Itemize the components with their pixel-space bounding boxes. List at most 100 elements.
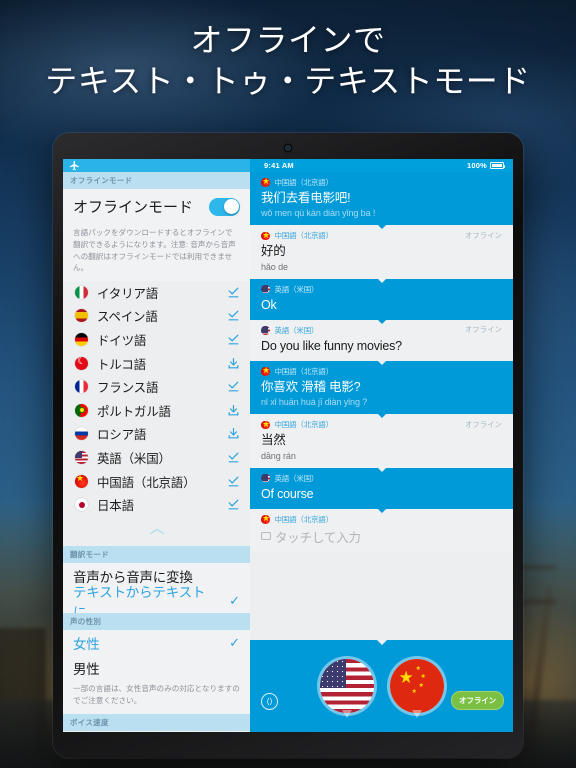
target-language-mic-button[interactable]: ★ ★ ★ ★ ★: [389, 659, 444, 718]
message-offline-badge: オフライン: [465, 230, 502, 240]
translation-mode-header: 翻訳モード: [63, 546, 250, 563]
message-text: 你喜欢 滑稽 电影?: [261, 380, 361, 394]
voice-gender-option[interactable]: 男性: [63, 655, 250, 680]
downloaded-check-icon: [228, 334, 239, 345]
message-list[interactable]: 中国語（北京語） 我们去看电影吧! wǒ men qù kàn diàn yǐn…: [250, 172, 513, 640]
code-button[interactable]: ⟨⟩: [261, 693, 278, 710]
voice-gender-check: ✓: [229, 634, 240, 650]
keyboard-icon: [261, 532, 271, 541]
language-name: ロシア語: [97, 428, 147, 443]
message-bubble[interactable]: 英語（米国） オフライン Do you like funny movies?: [250, 318, 513, 361]
conversation-footer: ⟨⟩ ★ ★ ★ ★ ★ オフライン: [250, 639, 513, 732]
flag-icon: [261, 367, 270, 376]
cn-flag-icon: ★ ★ ★ ★ ★: [389, 659, 444, 713]
downloaded-check-icon: [228, 452, 239, 463]
chevron-up-icon: [149, 528, 164, 535]
source-language-mic-button[interactable]: [319, 659, 374, 718]
downloaded-check-icon: [228, 381, 239, 392]
message-language: 中国語（北京語）: [274, 178, 334, 187]
message-text: Ok: [261, 297, 277, 312]
language-row[interactable]: 中国語（北京語）: [63, 470, 250, 494]
message-header: 英語（米国）: [261, 473, 502, 484]
message-text: 好的: [261, 244, 286, 259]
message-pinyin: dāng rán: [261, 450, 296, 461]
language-name: 中国語（北京語）: [97, 475, 196, 490]
downloaded-check-icon: [228, 311, 239, 321]
flag-icon: [261, 178, 270, 187]
language-row[interactable]: イタリア語: [63, 281, 250, 305]
language-row[interactable]: 英語（米国）: [63, 446, 250, 470]
message-language: 英語（米国）: [274, 284, 319, 294]
message-offline-badge: オフライン: [465, 325, 502, 335]
text-input-field[interactable]: タッチして入力: [261, 527, 502, 546]
voice-gender-header: 声の性別: [63, 613, 250, 630]
language-row[interactable]: ポルトガル語: [63, 399, 250, 423]
translation-mode-list: 音声から音声に変換 テキストからテキストに… ✓: [63, 563, 250, 620]
message-pinyin: nǐ xǐ huān huá jī diàn yǐng ?: [261, 397, 368, 408]
voice-gender-label: 男性: [73, 661, 100, 677]
voice-gender-option[interactable]: 女性 ✓: [63, 630, 250, 655]
headline: オフラインで テキスト・トゥ・テキストモード: [0, 20, 576, 102]
message-bubble[interactable]: 英語（米国） Of course: [250, 466, 513, 509]
download-arrow-icon: [228, 404, 239, 416]
flag-icon: [75, 309, 88, 323]
flag-icon: [75, 403, 88, 417]
message-bubble[interactable]: 中国語（北京語） オフライン 好的 hǎo de: [250, 224, 513, 279]
download-arrow-icon: [228, 428, 239, 439]
language-row[interactable]: フランス語: [63, 375, 250, 399]
language-row[interactable]: 日本語: [63, 493, 250, 517]
settings-sidebar: オフラインモード オフラインモード 言語パックをダウンロードするとオフラインで翻…: [63, 159, 250, 732]
downloaded-check-icon: [228, 499, 239, 510]
language-row[interactable]: トルコ語: [63, 352, 250, 376]
language-name: 日本語: [97, 499, 134, 514]
offline-section-header: オフラインモード: [63, 172, 250, 189]
message-header: 中国語（北京語）: [261, 366, 502, 377]
translation-mode-option[interactable]: テキストからテキストに… ✓: [63, 585, 250, 620]
language-name: ポルトガル語: [97, 404, 171, 419]
language-name: 英語（米国）: [97, 452, 171, 467]
message-offline-badge: オフライン: [465, 419, 502, 429]
offline-mode-label: オフラインモード: [73, 199, 194, 216]
message-text: 我们去看电影吧!: [261, 191, 351, 205]
offline-mode-toggle[interactable]: [209, 197, 240, 216]
language-name: イタリア語: [97, 286, 159, 301]
message-pinyin: hǎo de: [261, 261, 288, 272]
language-row[interactable]: ドイツ語: [63, 328, 250, 352]
battery-percent: 100%: [467, 161, 487, 170]
message-bubble[interactable]: 英語（米国） Ok: [250, 277, 513, 320]
downloaded-check-icon: [228, 476, 239, 487]
message-pinyin: wǒ men qù kàn diàn yǐng ba !: [261, 208, 376, 219]
flag-icon: [75, 451, 88, 465]
voice-speed-header: ボイス速度: [63, 713, 250, 731]
battery-icon: [490, 162, 506, 169]
message-bubble[interactable]: 中国語（北京語） 我们去看电影吧! wǒ men qù kàn diàn yǐn…: [250, 172, 513, 226]
voice-speed-row[interactable]: [63, 730, 250, 732]
message-header: 中国語（北京語） オフライン: [261, 419, 502, 430]
flag-icon: [261, 515, 270, 524]
collapse-languages-button[interactable]: [63, 517, 250, 546]
flag-icon: [261, 473, 270, 483]
offline-mode-row[interactable]: オフラインモード: [63, 189, 250, 224]
message-language: 英語（米国）: [274, 325, 319, 335]
front-camera-icon: [285, 145, 291, 151]
message-language: 中国語（北京語）: [274, 367, 334, 376]
language-row[interactable]: ロシア語: [63, 423, 250, 447]
airplane-icon: [69, 160, 79, 171]
downloaded-check-icon: [228, 287, 239, 298]
status-time: 9:41 AM: [264, 161, 294, 170]
input-placeholder: タッチして入力: [275, 530, 361, 545]
language-name: スペイン語: [97, 310, 158, 325]
message-bubble[interactable]: 中国語（北京語） 你喜欢 滑稽 电影? nǐ xǐ huān huá jī di…: [250, 359, 513, 415]
message-language: 中国語（北京語）: [274, 420, 334, 430]
tablet-screen: オフラインモード オフラインモード 言語パックをダウンロードするとオフラインで翻…: [63, 159, 513, 732]
voice-gender-list: 女性 ✓ 男性: [63, 630, 250, 680]
language-row[interactable]: スペイン語: [63, 305, 250, 329]
message-bubble[interactable]: 中国語（北京語） オフライン 当然 dāng rán: [250, 413, 513, 468]
message-text: 当然: [261, 433, 286, 448]
input-header: 中国語（北京語）: [261, 514, 502, 525]
message-input-row[interactable]: 中国語（北京語） タッチして入力: [250, 507, 513, 553]
offline-status-badge: オフライン: [451, 691, 504, 710]
voice-gender-note: 一部の言語は、女性音声のみの対応となりますのでご注意ください。: [63, 680, 250, 714]
flag-icon: [75, 498, 88, 512]
message-language: 中国語（北京語）: [274, 231, 334, 241]
